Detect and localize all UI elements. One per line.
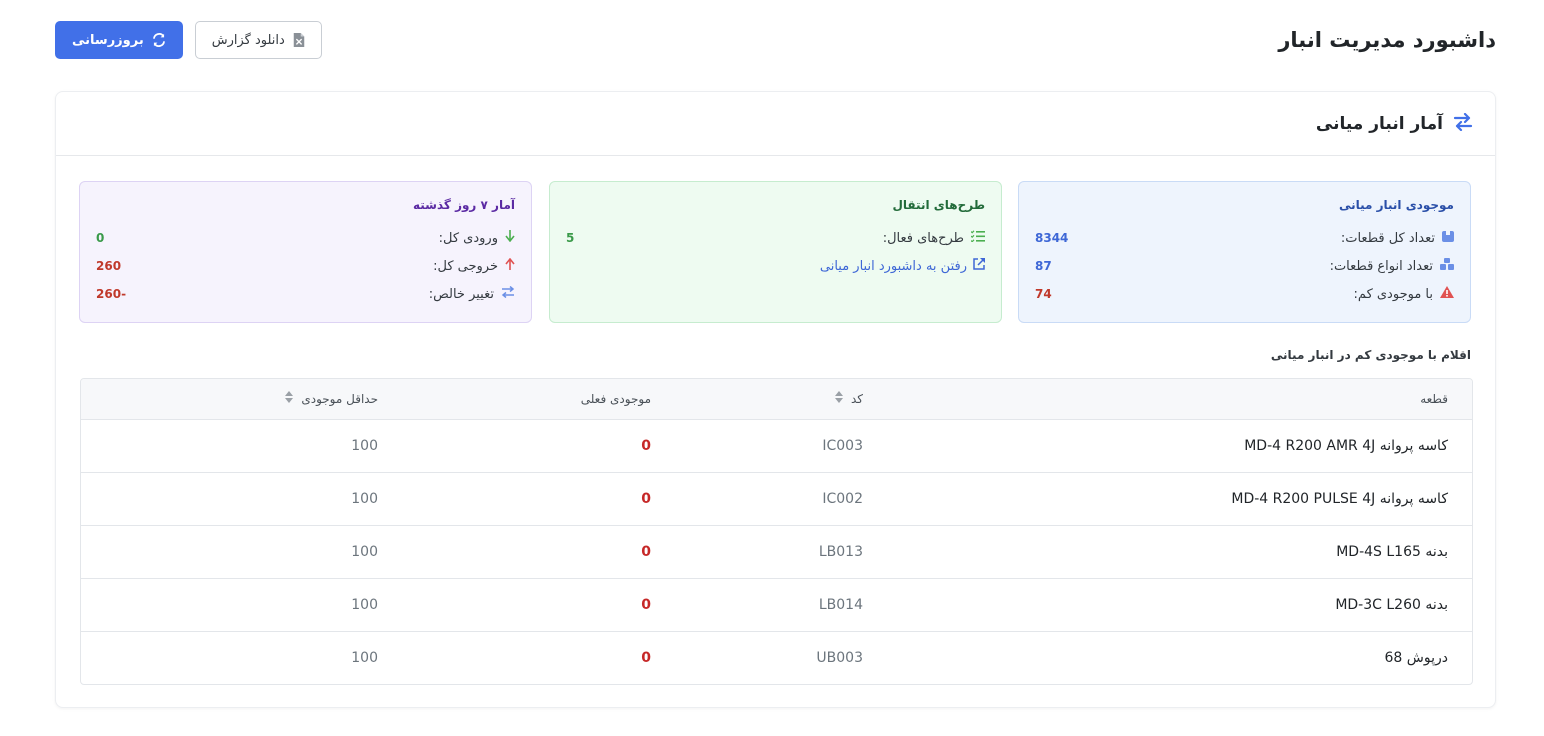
weekly-box-title: آمار ۷ روز گذشته: [413, 198, 515, 212]
current-stock: 0: [641, 437, 651, 454]
net-change-label: تغییر خالص:: [428, 286, 494, 302]
download-label: دانلود گزارش: [211, 32, 285, 48]
low-stock-table: قطعه کد موجودی فعلی حداقل موجودی کاسه پر…: [80, 378, 1473, 685]
sort-icon: [834, 391, 843, 406]
part-code: LB014: [818, 596, 863, 613]
column-min-stock[interactable]: حداقل موجودی: [81, 379, 402, 420]
refresh-button[interactable]: بروزرسانی: [55, 21, 183, 59]
transfer-plans-box: طرح‌های انتقال طرح‌های فعال: 5 رفتن به د…: [549, 181, 1002, 323]
page-title: داشبورد مدیریت انبار: [1278, 28, 1496, 52]
total-parts-label: تعداد کل قطعات:: [1340, 230, 1435, 246]
total-out-value: 260: [96, 259, 122, 273]
total-parts-line: تعداد کل قطعات: 8344: [1035, 224, 1454, 252]
inventory-box: موجودی انبار میانی تعداد کل قطعات: 8344 …: [1018, 181, 1471, 323]
min-stock: 100: [351, 437, 378, 454]
box-icon: [1442, 230, 1454, 246]
tasks-icon: [970, 230, 985, 246]
excel-file-icon: [293, 33, 305, 47]
warehouse-stats-card: آمار انبار میانی موجودی انبار میانی تعدا…: [55, 91, 1496, 708]
current-stock: 0: [641, 596, 651, 613]
low-stock-section-title: اقلام با موجودی کم در انبار میانی: [1270, 348, 1471, 362]
low-stock-line: با موجودی کم: 74: [1035, 280, 1454, 308]
external-link-icon: [973, 258, 985, 274]
part-types-label: تعداد انواع قطعات:: [1329, 258, 1433, 274]
min-stock: 100: [351, 490, 378, 507]
page-header: داشبورد مدیریت انبار بروزرسانی دانلود گز…: [55, 20, 1496, 60]
total-out-line: خروجی کل: 260: [96, 252, 515, 280]
stat-boxes: موجودی انبار میانی تعداد کل قطعات: 8344 …: [79, 181, 1471, 323]
dashboard-link-label: رفتن به داشبورد انبار میانی: [819, 258, 967, 274]
table-row: بدنه MD-4S L165 LB013 0 100: [81, 525, 1472, 578]
total-in-label: ورودی کل:: [438, 230, 498, 246]
table-row: کاسه پروانه MD-4 R200 PULSE 4J IC002 0 1…: [81, 472, 1472, 525]
part-name: بدنه MD-4S L165: [1336, 543, 1448, 560]
net-change-value: -260: [96, 287, 127, 301]
card-header: آمار انبار میانی: [56, 92, 1495, 156]
part-types-line: تعداد انواع قطعات: 87: [1035, 252, 1454, 280]
warning-icon: [1440, 286, 1454, 302]
refresh-icon: [152, 33, 166, 47]
transfer-box-title: طرح‌های انتقال: [892, 198, 986, 212]
min-stock: 100: [351, 543, 378, 560]
part-code: IC002: [822, 490, 863, 507]
part-code: IC003: [822, 437, 863, 454]
column-part: قطعه: [887, 379, 1472, 420]
dashboard-link-line: رفتن به داشبورد انبار میانی: [566, 252, 985, 280]
total-out-label: خروجی کل:: [433, 258, 498, 274]
exchange-icon: [1453, 112, 1473, 135]
part-types-value: 87: [1035, 259, 1052, 273]
weekly-stats-box: آمار ۷ روز گذشته ورودی کل: 0 خروجی کل: 2…: [79, 181, 532, 323]
download-report-button[interactable]: دانلود گزارش: [194, 21, 322, 59]
part-code: LB013: [818, 543, 863, 560]
total-in-line: ورودی کل: 0: [96, 224, 515, 252]
part-code: UB003: [816, 649, 863, 666]
arrow-up-icon: [505, 257, 515, 274]
table-row: کاسه پروانه MD-4 R200 AMR 4J IC003 0 100: [81, 419, 1472, 472]
min-stock: 100: [351, 649, 378, 666]
net-change-line: تغییر خالص: -260: [96, 280, 515, 308]
card-title: آمار انبار میانی: [1315, 113, 1443, 134]
header-actions: بروزرسانی دانلود گزارش: [55, 21, 322, 59]
column-current-stock: موجودی فعلی: [402, 379, 675, 420]
column-code[interactable]: کد: [675, 379, 887, 420]
arrow-down-icon: [505, 230, 515, 246]
part-name: درپوش 68: [1384, 649, 1449, 666]
active-plans-line: طرح‌های فعال: 5: [566, 224, 985, 252]
current-stock: 0: [641, 490, 651, 507]
middle-warehouse-dashboard-link[interactable]: رفتن به داشبورد انبار میانی: [820, 258, 985, 274]
current-stock: 0: [641, 649, 651, 666]
boxes-icon: [1440, 258, 1454, 274]
min-stock: 100: [351, 596, 378, 613]
active-plans-label: طرح‌های فعال:: [882, 230, 964, 246]
sort-icon: [285, 391, 294, 406]
exchange-small-icon: [501, 285, 515, 302]
refresh-label: بروزرسانی: [72, 32, 144, 48]
part-name: کاسه پروانه MD-4 R200 PULSE 4J: [1231, 490, 1448, 507]
part-name: بدنه MD-3C L260: [1335, 596, 1448, 613]
table-header-row: قطعه کد موجودی فعلی حداقل موجودی: [81, 379, 1472, 420]
total-parts-value: 8344: [1035, 231, 1069, 245]
current-stock: 0: [641, 543, 651, 560]
active-plans-value: 5: [566, 231, 575, 245]
table-row: بدنه MD-3C L260 LB014 0 100: [81, 578, 1472, 631]
part-name: کاسه پروانه MD-4 R200 AMR 4J: [1244, 437, 1448, 454]
low-stock-label: با موجودی کم:: [1353, 286, 1433, 302]
table-row: درپوش 68 UB003 0 100: [81, 631, 1472, 684]
inventory-box-title: موجودی انبار میانی: [1338, 198, 1454, 212]
total-in-value: 0: [96, 231, 105, 245]
low-stock-value: 74: [1035, 287, 1052, 301]
